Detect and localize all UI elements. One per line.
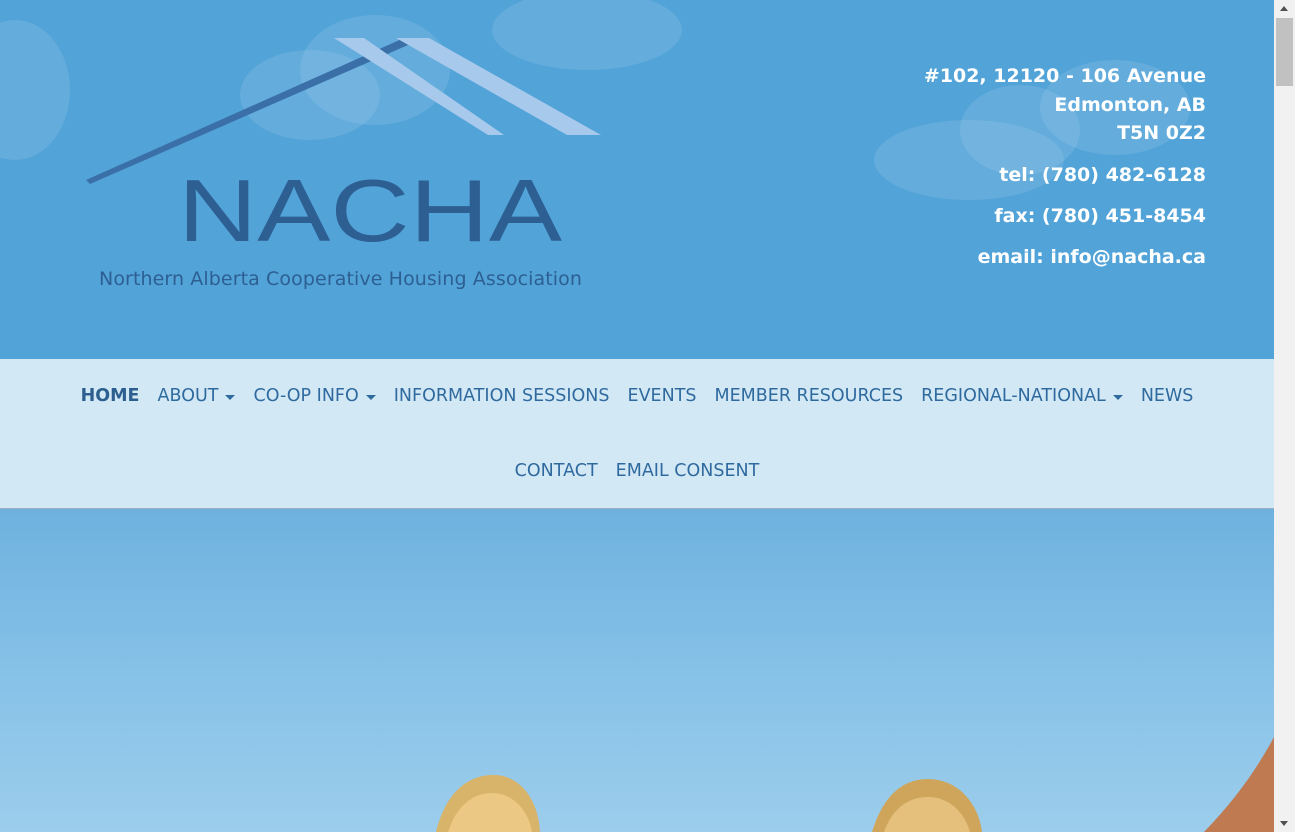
page: NACHA Northern Alberta Cooperative Housi… <box>0 0 1274 832</box>
contact-info: #102, 12120 - 106 Avenue Edmonton, AB T5… <box>924 62 1206 284</box>
nav-row: HOME ABOUT CO-OP INFO INFORMATION SESSIO… <box>0 384 1274 408</box>
site-header: NACHA Northern Alberta Cooperative Housi… <box>0 0 1274 359</box>
phone-number[interactable]: tel: (780) 482-6128 <box>924 161 1206 190</box>
nav-events[interactable]: EVENTS <box>619 384 706 408</box>
hero-photo <box>436 737 1274 832</box>
nav-row: CONTACT EMAIL CONSENT <box>0 459 1274 483</box>
nav-label: CO-OP INFO <box>253 386 359 406</box>
nav-email-consent[interactable]: EMAIL CONSENT <box>607 459 769 483</box>
tagline: Northern Alberta Cooperative Housing Ass… <box>99 268 583 290</box>
nav-contact[interactable]: CONTACT <box>506 459 607 483</box>
hero-banner <box>0 509 1274 832</box>
nav-label: HOME <box>80 386 140 406</box>
nav-information-sessions[interactable]: INFORMATION SESSIONS <box>385 384 619 408</box>
caret-down-icon <box>225 394 236 400</box>
nav-home[interactable]: HOME <box>72 384 149 408</box>
fax-number: fax: (780) 451-8454 <box>994 204 1206 227</box>
nav-label: NEWS <box>1140 386 1194 406</box>
nav-label: EVENTS <box>627 386 697 406</box>
nav-news[interactable]: NEWS <box>1132 384 1203 408</box>
nav-label: CONTACT <box>514 461 598 481</box>
caret-down-icon <box>1112 394 1123 400</box>
caret-down-icon <box>365 394 376 400</box>
email-link[interactable]: email: info@nacha.ca <box>924 243 1206 272</box>
nav-label: EMAIL CONSENT <box>615 461 760 481</box>
nav-about[interactable]: ABOUT <box>149 384 245 408</box>
nav-label: REGIONAL-NATIONAL <box>921 386 1106 406</box>
address-line: #102, 12120 - 106 Avenue <box>923 65 1206 87</box>
cloud-decoration <box>0 20 70 160</box>
nav-regional-national[interactable]: REGIONAL-NATIONAL <box>912 384 1132 408</box>
address-block: #102, 12120 - 106 Avenue Edmonton, AB T5… <box>924 62 1206 148</box>
scrollbar-thumb[interactable] <box>1276 18 1293 86</box>
vertical-scrollbar[interactable] <box>1274 0 1295 832</box>
nav-member-resources[interactable]: MEMBER RESOURCES <box>706 384 913 408</box>
main-navigation: HOME ABOUT CO-OP INFO INFORMATION SESSIO… <box>0 359 1274 509</box>
logo-word: NACHA <box>178 161 562 255</box>
arrow-up-icon[interactable] <box>1274 0 1295 17</box>
arrow-down-icon[interactable] <box>1274 815 1295 832</box>
address-line: Edmonton, AB <box>1054 93 1206 116</box>
nav-label: MEMBER RESOURCES <box>714 386 904 406</box>
nav-label: ABOUT <box>157 386 219 406</box>
nav-label: INFORMATION SESSIONS <box>393 386 610 406</box>
nav-coop-info[interactable]: CO-OP INFO <box>244 384 384 408</box>
address-line: T5N 0Z2 <box>1117 122 1206 144</box>
